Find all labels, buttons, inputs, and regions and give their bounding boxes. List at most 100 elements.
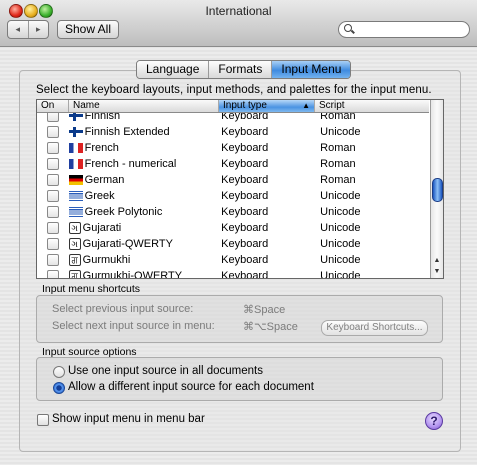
row-script: Unicode xyxy=(320,190,361,202)
row-script: Roman xyxy=(320,142,356,154)
instruction-text: Select the keyboard layouts, input metho… xyxy=(36,84,432,96)
scroll-up-arrow-icon[interactable]: ▲ xyxy=(431,256,443,266)
row-on-cell xyxy=(37,206,69,218)
row-name-cell: French xyxy=(68,142,217,154)
back-forward-control: ◂ ▸ xyxy=(7,20,49,39)
per-document-label[interactable]: Allow a different input source for each … xyxy=(68,381,314,393)
table-row[interactable]: Finnish Extended Keyboard Unicode xyxy=(37,124,429,140)
row-type: Keyboard xyxy=(221,174,269,186)
row-type: Keyboard xyxy=(221,270,269,279)
per-document-radio[interactable] xyxy=(53,382,65,394)
row-on-cell xyxy=(37,270,69,278)
row-type: Keyboard xyxy=(221,238,269,250)
row-name: Greek xyxy=(84,190,115,202)
show-input-menu-label[interactable]: Show input menu in menu bar xyxy=(52,413,205,425)
table-row[interactable]: Greek Keyboard Unicode xyxy=(37,188,429,204)
row-name: Gurmukhi-QWERTY xyxy=(82,270,183,279)
forward-icon[interactable]: ▸ xyxy=(29,21,49,38)
tab-language[interactable]: Language xyxy=(137,61,210,78)
tab-input-menu[interactable]: Input Menu xyxy=(272,61,351,78)
row-type: Keyboard xyxy=(221,190,269,202)
search-input[interactable] xyxy=(357,23,465,37)
row-name-cell: ગ Gujarati xyxy=(68,222,217,234)
scroll-down-arrow-icon[interactable]: ▼ xyxy=(431,267,443,277)
row-script: Unicode xyxy=(320,206,361,218)
column-header-script[interactable]: Script xyxy=(315,100,429,112)
table-row[interactable]: ਗ Gurmukhi-QWERTY Keyboard Unicode xyxy=(37,268,429,279)
tab-formats[interactable]: Formats xyxy=(209,61,273,78)
table-row[interactable]: Greek Polytonic Keyboard Unicode xyxy=(37,204,429,220)
sort-ascending-icon: ▲ xyxy=(302,101,310,110)
row-enable-checkbox[interactable] xyxy=(46,222,59,234)
gr-flag-icon xyxy=(68,191,83,201)
table-row[interactable]: ગ Gujarati Keyboard Unicode xyxy=(37,220,429,236)
row-name-cell: Greek xyxy=(68,190,217,202)
table-row[interactable]: German Keyboard Roman xyxy=(37,172,429,188)
table-rows: Finnish Keyboard Roman Finnish Extended Keyb… xyxy=(37,108,429,279)
column-header-input-type[interactable]: Input type ▲ xyxy=(219,100,315,112)
row-on-cell xyxy=(37,222,69,234)
prev-source-keys[interactable]: ⌘Space xyxy=(243,303,285,316)
fi-flag-icon xyxy=(68,127,83,137)
row-script: Roman xyxy=(320,174,356,186)
tab-bar: Language Formats Input Menu xyxy=(136,60,352,79)
row-on-cell xyxy=(37,238,69,250)
gurmukhi-flag-icon: ਗ xyxy=(68,270,81,278)
row-name: French - numerical xyxy=(84,158,177,170)
table-row[interactable]: French Keyboard Roman xyxy=(37,140,429,156)
row-name: Gurmukhi xyxy=(82,254,131,266)
row-name: Gujarati xyxy=(82,222,122,234)
one-source-label[interactable]: Use one input source in all documents xyxy=(68,365,263,377)
options-box xyxy=(36,357,443,401)
scrollbar-thumb[interactable] xyxy=(432,178,443,202)
row-on-cell xyxy=(37,190,69,202)
row-script: Unicode xyxy=(320,126,361,138)
search-field[interactable] xyxy=(338,21,470,38)
table-header: On Name Input type ▲ Script xyxy=(37,100,429,113)
column-header-on[interactable]: On xyxy=(37,100,69,112)
row-name: French xyxy=(84,142,119,154)
window-title: International xyxy=(205,4,272,18)
de-flag-icon xyxy=(68,175,83,185)
row-enable-checkbox[interactable] xyxy=(46,238,59,250)
row-enable-checkbox[interactable] xyxy=(46,126,59,138)
keyboard-shortcuts-button[interactable]: Keyboard Shortcuts... xyxy=(321,320,428,336)
row-name-cell: German xyxy=(68,174,217,186)
row-script: Unicode xyxy=(320,270,361,279)
row-enable-checkbox[interactable] xyxy=(46,158,59,170)
shortcuts-heading: Input menu shortcuts xyxy=(42,283,141,295)
row-enable-checkbox[interactable] xyxy=(46,174,59,186)
row-on-cell xyxy=(37,174,69,186)
fr-flag-icon xyxy=(68,143,83,153)
row-enable-checkbox[interactable] xyxy=(46,254,59,266)
input-sources-table: Finnish Keyboard Roman Finnish Extended Keyb… xyxy=(36,99,444,279)
row-script: Unicode xyxy=(320,238,361,250)
show-input-menu-checkbox[interactable] xyxy=(37,414,49,426)
row-enable-checkbox[interactable] xyxy=(46,270,59,278)
table-row[interactable]: ਗ Gurmukhi Keyboard Unicode xyxy=(37,252,429,268)
row-enable-checkbox[interactable] xyxy=(46,190,59,202)
next-source-keys[interactable]: ⌘⌥Space xyxy=(243,320,298,333)
row-enable-checkbox[interactable] xyxy=(46,206,59,218)
help-button[interactable]: ? xyxy=(425,412,443,430)
back-icon[interactable]: ◂ xyxy=(8,21,29,38)
row-type: Keyboard xyxy=(221,158,269,170)
column-header-name[interactable]: Name xyxy=(69,100,219,112)
one-source-radio[interactable] xyxy=(53,366,65,378)
row-enable-checkbox[interactable] xyxy=(46,142,59,154)
column-header-input-type-label: Input type xyxy=(223,100,267,111)
gurmukhi-flag-icon: ਗ xyxy=(68,254,81,266)
row-type: Keyboard xyxy=(221,254,269,266)
search-icon xyxy=(344,24,352,32)
gujarati-flag-icon: ગ xyxy=(68,222,81,234)
table-row[interactable]: French - numerical Keyboard Roman xyxy=(37,156,429,172)
next-source-label: Select next input source in menu: xyxy=(52,320,215,332)
row-name-cell: Finnish Extended xyxy=(68,126,217,138)
row-name: German xyxy=(84,174,125,186)
table-row[interactable]: ગ Gujarati-QWERTY Keyboard Unicode xyxy=(37,236,429,252)
row-name-cell: Greek Polytonic xyxy=(68,206,217,218)
show-all-button[interactable]: Show All xyxy=(57,20,119,39)
table-scrollbar[interactable]: ▲ ▼ xyxy=(430,100,443,278)
row-script: Unicode xyxy=(320,222,361,234)
row-type: Keyboard xyxy=(221,206,269,218)
